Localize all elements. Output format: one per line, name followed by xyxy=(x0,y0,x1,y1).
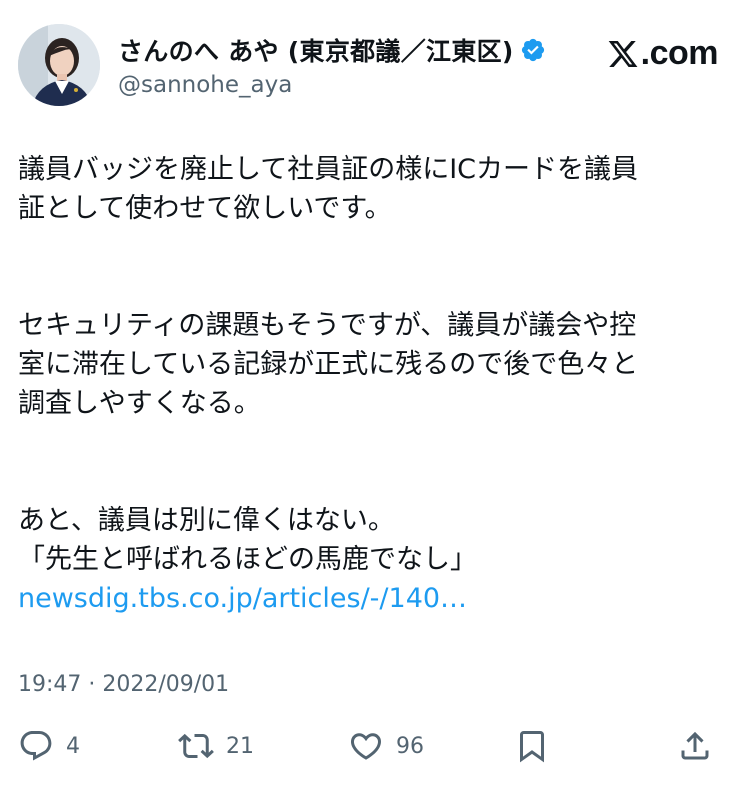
text-line: セキュリティの課題もそうですが、議員が議会や控 xyxy=(18,310,637,341)
author-handle[interactable]: @sannohe_aya xyxy=(118,72,292,98)
tweet-timestamp[interactable]: 19:47 · 2022/09/01 xyxy=(18,672,229,697)
retweet-button[interactable]: 21 xyxy=(178,728,254,764)
bookmark-icon xyxy=(520,731,544,763)
bookmark-button[interactable] xyxy=(514,728,550,764)
action-bar: 4 21 96 xyxy=(18,728,713,772)
like-count: 96 xyxy=(396,733,424,759)
avatar-photo xyxy=(18,24,100,106)
brand-domain-text: .com xyxy=(640,34,719,72)
reply-icon xyxy=(20,731,52,761)
text-line: 証として使わせて欲しいです。 xyxy=(18,193,392,224)
paragraph-3: あと、議員は別に偉くはない。 「先生と呼ばれるほどの馬鹿でなし」 xyxy=(18,501,718,579)
reply-count: 4 xyxy=(66,733,80,759)
text-line: あと、議員は別に偉くはない。 xyxy=(18,505,395,536)
tweet-card: さんのへ あや (東京都議／江東区) @sannohe_aya .com 議員バ… xyxy=(0,0,735,800)
text-line: 「先生と呼ばれるほどの馬鹿でなし」 xyxy=(18,544,477,575)
author-name-line: さんのへ あや (東京都議／江東区) xyxy=(118,32,546,68)
retweet-count: 21 xyxy=(226,733,254,759)
reply-button[interactable]: 4 xyxy=(18,728,80,764)
verified-badge-icon xyxy=(521,38,544,62)
avatar[interactable] xyxy=(18,24,100,106)
like-button[interactable]: 96 xyxy=(348,728,424,764)
share-button[interactable] xyxy=(677,728,713,764)
article-link[interactable]: newsdig.tbs.co.jp/articles/-/140… xyxy=(18,579,718,618)
text-line: 議員バッジを廃止して社員証の様にICカードを議員 xyxy=(18,154,639,185)
paragraph-1: 議員バッジを廃止して社員証の様にICカードを議員 証として使わせて欲しいです。 xyxy=(18,150,718,228)
text-line: 室に滞在している記録が正式に残るので後で色々と xyxy=(18,349,639,380)
x-logo-icon xyxy=(608,40,638,67)
tweet-text: 議員バッジを廃止して社員証の様にICカードを議員 証として使わせて欲しいです。 … xyxy=(18,150,718,618)
x-brand[interactable]: .com xyxy=(606,34,719,73)
tweet-header: さんのへ あや (東京都議／江東区) @sannohe_aya .com xyxy=(18,20,719,110)
retweet-icon xyxy=(178,733,214,759)
heart-icon xyxy=(350,733,382,760)
share-icon xyxy=(681,731,709,760)
author-display-name[interactable]: さんのへ あや (東京都議／江東区) xyxy=(118,32,514,68)
paragraph-2: セキュリティの課題もそうですが、議員が議会や控 室に滞在している記録が正式に残る… xyxy=(18,306,718,423)
text-line: 調査しやすくなる。 xyxy=(18,388,261,419)
